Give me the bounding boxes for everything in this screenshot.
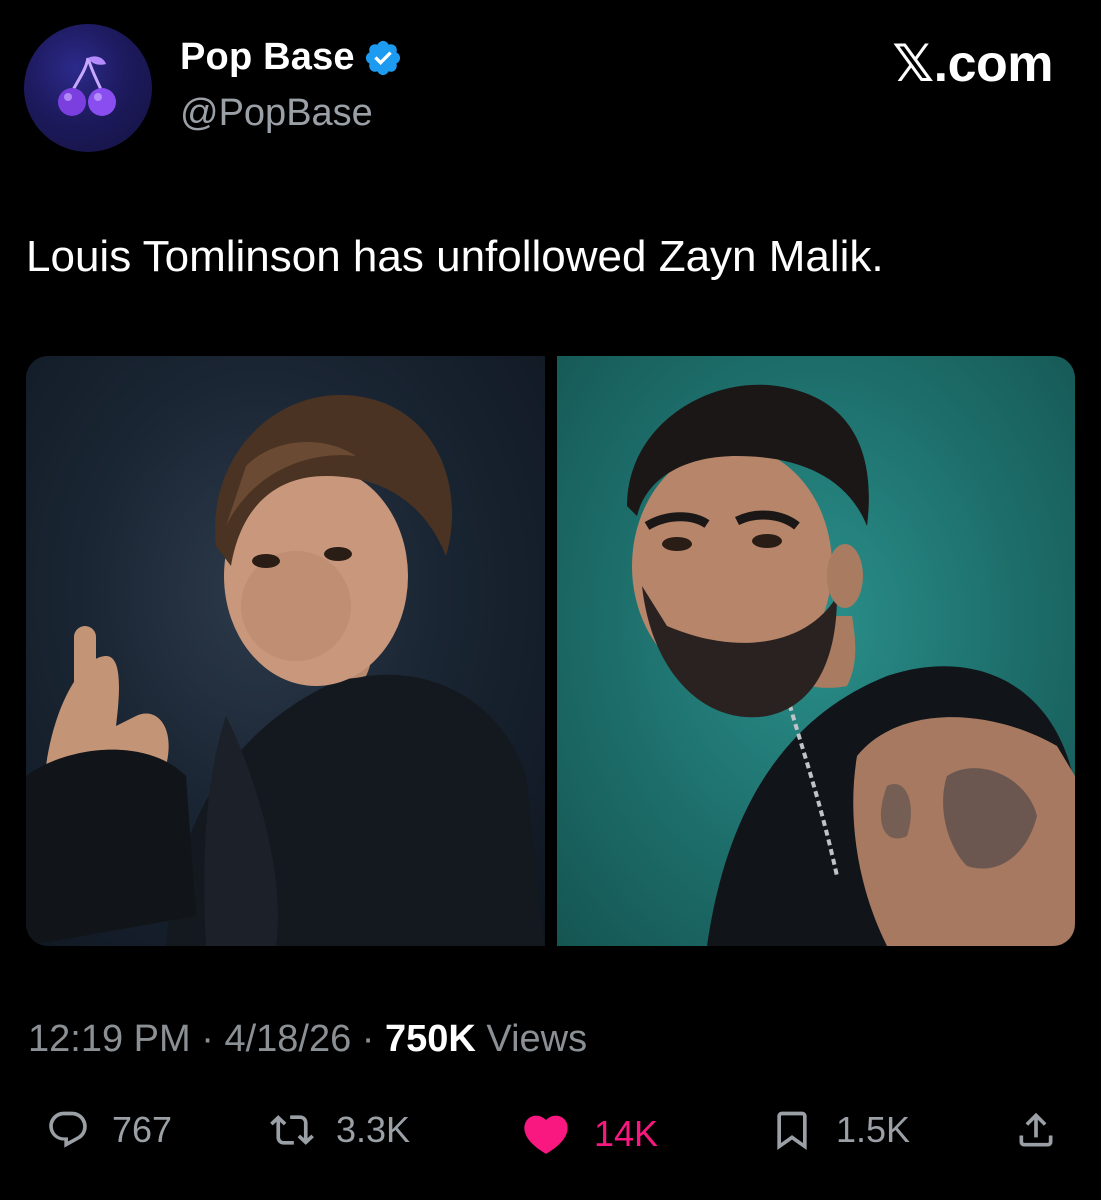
share-icon xyxy=(1019,1112,1053,1147)
author-name-row[interactable]: Pop Base xyxy=(180,36,403,79)
reply-button[interactable]: 767 xyxy=(46,1108,172,1152)
repost-button[interactable]: 3.3K xyxy=(270,1108,410,1152)
meta-separator: · xyxy=(351,1018,386,1060)
bookmark-button[interactable]: 1.5K xyxy=(770,1108,910,1152)
views-count: 750K xyxy=(385,1018,476,1060)
tweet-text: Louis Tomlinson has unfollowed Zayn Mali… xyxy=(26,232,884,281)
x-brand-logo: 𝕏.com xyxy=(892,35,1053,93)
bookmark-count: 1.5K xyxy=(836,1109,911,1150)
like-count: 14K xyxy=(594,1113,659,1154)
avatar[interactable] xyxy=(24,24,152,152)
display-name[interactable]: Pop Base xyxy=(180,36,355,79)
tweet-meta: 12:19 PM · 4/18/26 · 750K Views xyxy=(28,1018,587,1061)
author-handle[interactable]: @PopBase xyxy=(180,92,373,135)
bookmark-icon xyxy=(777,1111,807,1151)
tweet-photo-right[interactable] xyxy=(557,356,1075,946)
tweet-media[interactable] xyxy=(26,356,1075,946)
reply-icon xyxy=(49,1111,87,1148)
reply-count: 767 xyxy=(112,1109,173,1150)
tweet-date[interactable]: 4/18/26 xyxy=(224,1018,351,1060)
repost-icon xyxy=(270,1115,314,1145)
portrait-illustration xyxy=(26,395,545,946)
portrait-illustration xyxy=(627,384,1075,946)
tweet-time[interactable]: 12:19 PM xyxy=(28,1018,191,1060)
like-button[interactable]: 14K xyxy=(520,1108,658,1160)
meta-separator: · xyxy=(190,1018,225,1060)
tweet-actions-bar: 767 3.3K 14K 1.5K xyxy=(0,1108,1101,1168)
tweet-photo-left[interactable] xyxy=(26,356,545,946)
verified-badge-icon xyxy=(365,40,400,75)
cherries-icon xyxy=(58,56,116,116)
repost-count: 3.3K xyxy=(336,1109,411,1150)
heart-icon xyxy=(524,1115,568,1154)
share-button[interactable] xyxy=(1014,1108,1058,1152)
views-label: Views xyxy=(475,1018,588,1060)
